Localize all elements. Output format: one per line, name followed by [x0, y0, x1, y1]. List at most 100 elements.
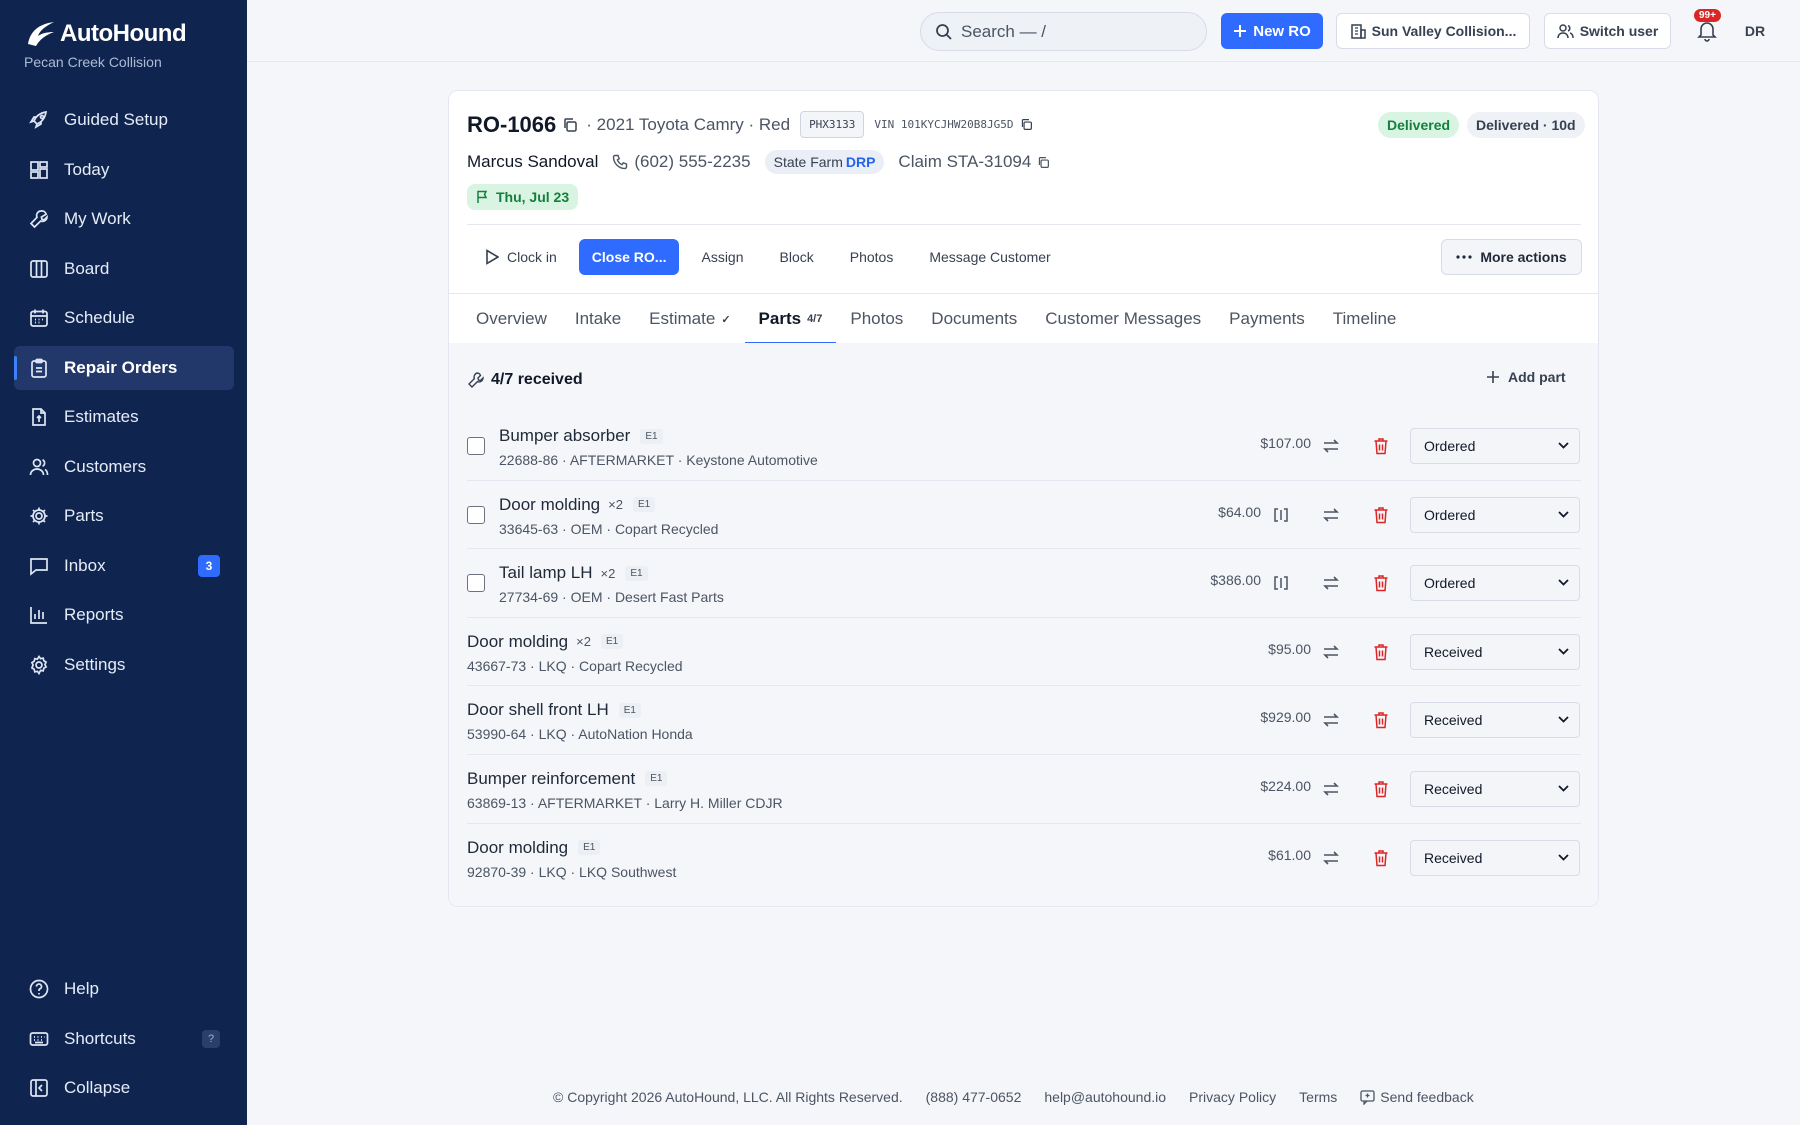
tab-label: Payments [1229, 309, 1305, 328]
new-ro-button[interactable]: New RO [1221, 13, 1323, 49]
part-status-value: Received [1424, 849, 1483, 866]
customer-name[interactable]: Marcus Sandoval [467, 152, 598, 172]
part-status-select[interactable]: Ordered [1410, 428, 1580, 464]
sidebar: AutoHound Pecan Creek Collision Guided S… [0, 0, 247, 1125]
part-qty: ×2 [576, 634, 591, 650]
search-input[interactable] [961, 21, 1181, 42]
part-status-select[interactable]: Received [1410, 770, 1580, 807]
sidebar-item-label: Repair Orders [64, 357, 178, 377]
add-part-button[interactable]: Add part [1486, 369, 1566, 385]
collapse-icon [28, 1077, 50, 1099]
sidebar-item-schedule[interactable]: Schedule [14, 296, 234, 340]
parts-panel: 4/7 received Add part Bumper absorber E1… [449, 343, 1598, 906]
sidebar-item-parts[interactable]: Parts [14, 494, 234, 538]
terms-link[interactable]: Terms [1299, 1089, 1337, 1105]
trash-icon[interactable] [1370, 504, 1392, 526]
swap-icon[interactable] [1320, 709, 1342, 731]
split-icon[interactable] [1270, 572, 1292, 594]
assign-button[interactable]: Assign [683, 239, 761, 275]
sidebar-item-my-work[interactable]: My Work [14, 197, 234, 241]
sidebar-item-label: Schedule [64, 308, 135, 327]
tab-estimate[interactable]: Estimate ✓ [635, 294, 744, 344]
bottom-nav: Help Shortcuts? Collapse [14, 967, 234, 1116]
tab-customer-messages[interactable]: Customer Messages [1031, 294, 1215, 344]
brand[interactable]: AutoHound Pecan Creek Collision [24, 20, 187, 70]
swap-icon[interactable] [1320, 572, 1342, 594]
send-feedback-label: Send feedback [1380, 1089, 1474, 1105]
tab-payments[interactable]: Payments [1215, 294, 1319, 344]
tab-label: Parts [758, 309, 802, 328]
parts-list: Bumper absorber E1 22688-86 · AFTERMARKE… [467, 412, 1581, 892]
sidebar-item-shortcuts[interactable]: Shortcuts? [14, 1017, 234, 1061]
estimate-tag: E1 [600, 634, 624, 650]
tab-bar: Overview Intake Estimate ✓ Parts 4/7 Photos Doc… [449, 293, 1598, 344]
message-customer-button[interactable]: Message Customer [911, 239, 1068, 275]
clock-in-button[interactable]: Clock in [467, 239, 575, 275]
tab-timeline[interactable]: Timeline [1319, 294, 1411, 344]
avatar[interactable]: DR [1737, 14, 1773, 48]
tab-label: Photos [850, 309, 904, 328]
switch-user-button[interactable]: Switch user [1544, 13, 1671, 49]
part-status-value: Received [1424, 712, 1483, 729]
part-checkbox[interactable] [467, 574, 485, 593]
ro-number: RO-1066 [467, 111, 557, 137]
insurer-type: DRP [845, 154, 876, 170]
part-status-value: Ordered [1424, 575, 1476, 592]
part-checkbox[interactable] [467, 505, 485, 524]
sidebar-item-label: Shortcuts [64, 1028, 136, 1048]
part-checkbox[interactable] [467, 437, 485, 455]
copy-icon[interactable] [562, 117, 578, 133]
swap-icon[interactable] [1320, 641, 1342, 663]
swap-icon[interactable] [1320, 435, 1342, 457]
close-ro-button[interactable]: Close RO... [578, 239, 680, 275]
part-status-select[interactable]: Received [1410, 633, 1580, 670]
trash-icon[interactable] [1370, 709, 1392, 731]
trash-icon[interactable] [1370, 778, 1392, 800]
sidebar-item-collapse[interactable]: Collapse [14, 1066, 234, 1110]
tab-photos[interactable]: Photos [836, 294, 917, 344]
block-button[interactable]: Block [762, 239, 832, 275]
send-feedback-link[interactable]: Send feedback [1360, 1089, 1496, 1105]
copy-vin-icon[interactable] [1020, 118, 1033, 131]
trash-icon[interactable] [1370, 641, 1392, 663]
sidebar-item-today[interactable]: Today [14, 148, 234, 192]
sidebar-item-customers[interactable]: Customers [14, 445, 234, 489]
trash-icon[interactable] [1370, 435, 1392, 457]
support-phone-link[interactable]: (888) 477-0652 [926, 1089, 1022, 1105]
part-status-select[interactable]: Received [1410, 839, 1580, 876]
sidebar-item-board[interactable]: Board [14, 247, 234, 291]
part-info: Door molding E1 92870-39 · LKQ · LKQ Sou… [467, 838, 676, 880]
part-status-select[interactable]: Ordered [1410, 496, 1580, 533]
search-box[interactable] [920, 12, 1207, 51]
support-email-link[interactable]: help@autohound.io [1044, 1089, 1166, 1105]
part-name-line: Bumper absorber E1 [499, 426, 818, 446]
sidebar-item-settings[interactable]: Settings [14, 643, 234, 687]
swap-icon[interactable] [1320, 778, 1342, 800]
sidebar-item-estimates[interactable]: Estimates [14, 395, 234, 439]
tab-intake[interactable]: Intake [561, 294, 635, 344]
part-status-select[interactable]: Received [1410, 702, 1580, 739]
sidebar-item-reports[interactable]: Reports [14, 593, 234, 637]
shop-switcher-button[interactable]: Sun Valley Collision... [1336, 13, 1530, 49]
part-name-line: Bumper reinforcement E1 [467, 769, 783, 789]
part-status-select[interactable]: Ordered [1410, 565, 1580, 602]
flag-icon [477, 190, 488, 203]
split-icon[interactable] [1270, 504, 1292, 526]
sidebar-item-guided-setup[interactable]: Guided Setup [14, 98, 234, 142]
privacy-link[interactable]: Privacy Policy [1189, 1089, 1276, 1105]
trash-icon[interactable] [1370, 847, 1392, 869]
sidebar-item-help[interactable]: Help [14, 967, 234, 1011]
tab-overview[interactable]: Overview [467, 294, 561, 344]
part-name: Door molding [499, 494, 601, 514]
swap-icon[interactable] [1320, 847, 1342, 869]
copy-claim-icon[interactable] [1037, 156, 1050, 169]
tab-documents[interactable]: Documents [917, 294, 1031, 344]
more-actions-button[interactable]: More actions [1441, 239, 1582, 275]
sidebar-item-inbox[interactable]: Inbox 3 [14, 544, 234, 588]
photos-button[interactable]: Photos [832, 239, 912, 275]
swap-icon[interactable] [1320, 504, 1342, 526]
sidebar-item-repair-orders[interactable]: Repair Orders [14, 345, 234, 390]
trash-icon[interactable] [1370, 572, 1392, 594]
customer-phone[interactable]: (602) 555-2235 [612, 152, 751, 172]
tab-parts[interactable]: Parts 4/7 [744, 294, 837, 344]
